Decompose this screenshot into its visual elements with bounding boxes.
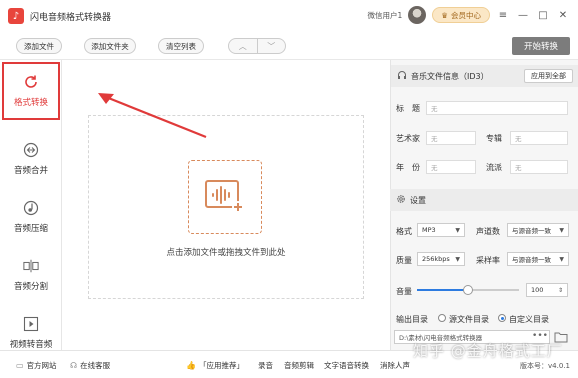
headset-icon: ☊ [70,361,78,370]
radio-custom-dir-label: 自定义目录 [509,315,549,324]
vip-center-button[interactable]: ♛ 会员中心 [432,7,490,23]
genre-label: 流派 [486,163,502,172]
version-label: 版本号：v4.0.1 [520,362,570,370]
video-icon [23,316,39,332]
recommend-label: 「应用推荐」 [198,361,244,370]
volume-slider[interactable] [417,285,519,295]
official-site-label: 官方网站 [26,361,57,370]
monitor-icon: ▭ [16,361,24,370]
channels-label: 声道数 [476,227,500,236]
recommend-label-wrap: 👍 「应用推荐」 [186,360,244,371]
crown-icon: ♛ [441,10,448,20]
sidebar: 格式转换 音频合并 音频压缩 音频分割 视频转音频 [0,60,62,350]
start-convert-button[interactable]: 开始转换 [512,37,570,55]
sidebar-item-audio-merge[interactable]: 音频合并 [0,130,62,188]
move-down-icon[interactable]: ﹀ [258,39,286,53]
official-site-link[interactable]: ▭ 官方网站 [16,360,57,371]
year-field[interactable]: 无 [426,160,476,174]
radio-source-dir[interactable] [438,314,446,322]
compress-icon [23,200,39,216]
move-buttons: ︿ ﹀ [228,38,286,54]
format-value: MP3 [422,226,436,234]
volume-label: 音量 [396,287,412,296]
toolbar: 添加文件 添加文件夹 清空列表 ︿ ﹀ 开始转换 [0,32,578,60]
settings-section-header: 设置 [390,189,578,211]
title-field[interactable]: 无 [426,101,568,115]
chevron-down-icon: ▼ [455,256,460,263]
title-bar: ♪ 闪电音频格式转换器 微信用户1 ♛ 会员中心 ≡ — □ ✕ [0,0,578,32]
sidebar-item-label: 音频合并 [13,166,48,176]
refresh-icon [23,74,39,90]
sidebar-item-audio-split[interactable]: 音频分割 [0,246,62,304]
app-title: 闪电音频格式转换器 [30,12,112,23]
format-select[interactable]: MP3 ▼ [417,223,465,237]
volume-stepper[interactable]: 100 ⇕ [526,283,568,297]
volume-slider-fill [417,289,468,291]
apply-all-button[interactable]: 应用到全部 [524,69,573,83]
channels-select[interactable]: 与源音频一致 ▼ [507,223,569,237]
year-label: 年 份 [396,163,420,172]
album-field[interactable]: 无 [510,131,568,145]
output-dir-label: 输出目录 [396,315,428,324]
quality-label: 质量 [396,256,412,265]
chevron-down-icon: ▼ [559,256,564,263]
sidebar-item-format-convert[interactable]: 格式转换 [2,62,60,120]
info-section-header: 音乐文件信息（ID3） 应用到全部 [391,65,578,87]
title-label: 标 题 [396,104,420,113]
chevron-down-icon: ▼ [455,227,460,234]
quality-select[interactable]: 256kbps ▼ [417,252,465,266]
app-link-text-to-speech[interactable]: 文字语音转换 [324,360,369,371]
thumbs-up-icon: 👍 [186,361,196,370]
menu-icon[interactable]: ≡ [496,10,510,21]
chevron-down-icon: ▼ [559,227,564,234]
radio-source-dir-label: 源文件目录 [449,315,489,324]
samplerate-select[interactable]: 与源音频一致 ▼ [507,252,569,266]
info-section-title: 音乐文件信息（ID3） [411,71,489,81]
samplerate-value: 与源音频一致 [512,256,551,264]
gear-icon [396,194,406,206]
volume-value: 100 [531,286,544,294]
vip-center-label: 会员中心 [451,10,481,20]
sidebar-item-label: 视频转音频 [9,340,53,350]
sidebar-item-label: 音频分割 [13,282,48,292]
sidebar-item-label: 格式转换 [13,98,48,108]
quality-value: 256kbps [422,255,450,263]
watermark-text: 知乎 @金舟格式工厂 [413,342,563,360]
app-link-record[interactable]: 录音 [258,360,273,371]
move-up-icon[interactable]: ︿ [229,39,258,53]
online-service-link[interactable]: ☊ 在线客服 [70,360,110,371]
clear-list-button[interactable]: 清空列表 [158,38,204,54]
channels-value: 与源音频一致 [512,227,551,235]
add-file-button[interactable]: 添加文件 [16,38,62,54]
artist-label: 艺术家 [396,134,420,143]
maximize-icon[interactable]: □ [536,10,550,21]
genre-field[interactable]: 无 [510,160,568,174]
app-link-remove-vocals[interactable]: 消除人声 [380,360,410,371]
sidebar-item-label: 音频压缩 [13,224,48,234]
app-logo-icon: ♪ [8,8,24,24]
add-audio-icon[interactable] [188,160,262,234]
annotation-arrow-icon [98,93,207,139]
sidebar-item-audio-compress[interactable]: 音频压缩 [0,188,62,246]
online-service-label: 在线客服 [80,361,111,370]
close-icon[interactable]: ✕ [556,10,570,21]
add-folder-button[interactable]: 添加文件夹 [84,38,136,54]
radio-custom-dir[interactable] [498,314,506,322]
headphones-icon [397,70,407,82]
avatar[interactable] [408,6,427,24]
volume-slider-knob[interactable] [463,285,473,295]
samplerate-label: 采样率 [476,256,500,265]
artist-field[interactable]: 无 [426,131,476,145]
file-dropzone[interactable]: 点击添加文件或拖拽文件到此处 [88,115,364,299]
minimize-icon[interactable]: — [516,10,530,21]
dropzone-hint: 点击添加文件或拖拽文件到此处 [166,248,286,258]
split-icon [23,258,39,274]
settings-title: 设置 [410,195,426,205]
app-link-audio-edit[interactable]: 音频剪辑 [284,360,314,371]
user-name[interactable]: 微信用户1 [367,10,402,21]
merge-icon [23,142,39,158]
format-label: 格式 [396,227,412,236]
album-label: 专辑 [486,134,502,143]
stepper-arrows-icon[interactable]: ⇕ [558,287,563,294]
